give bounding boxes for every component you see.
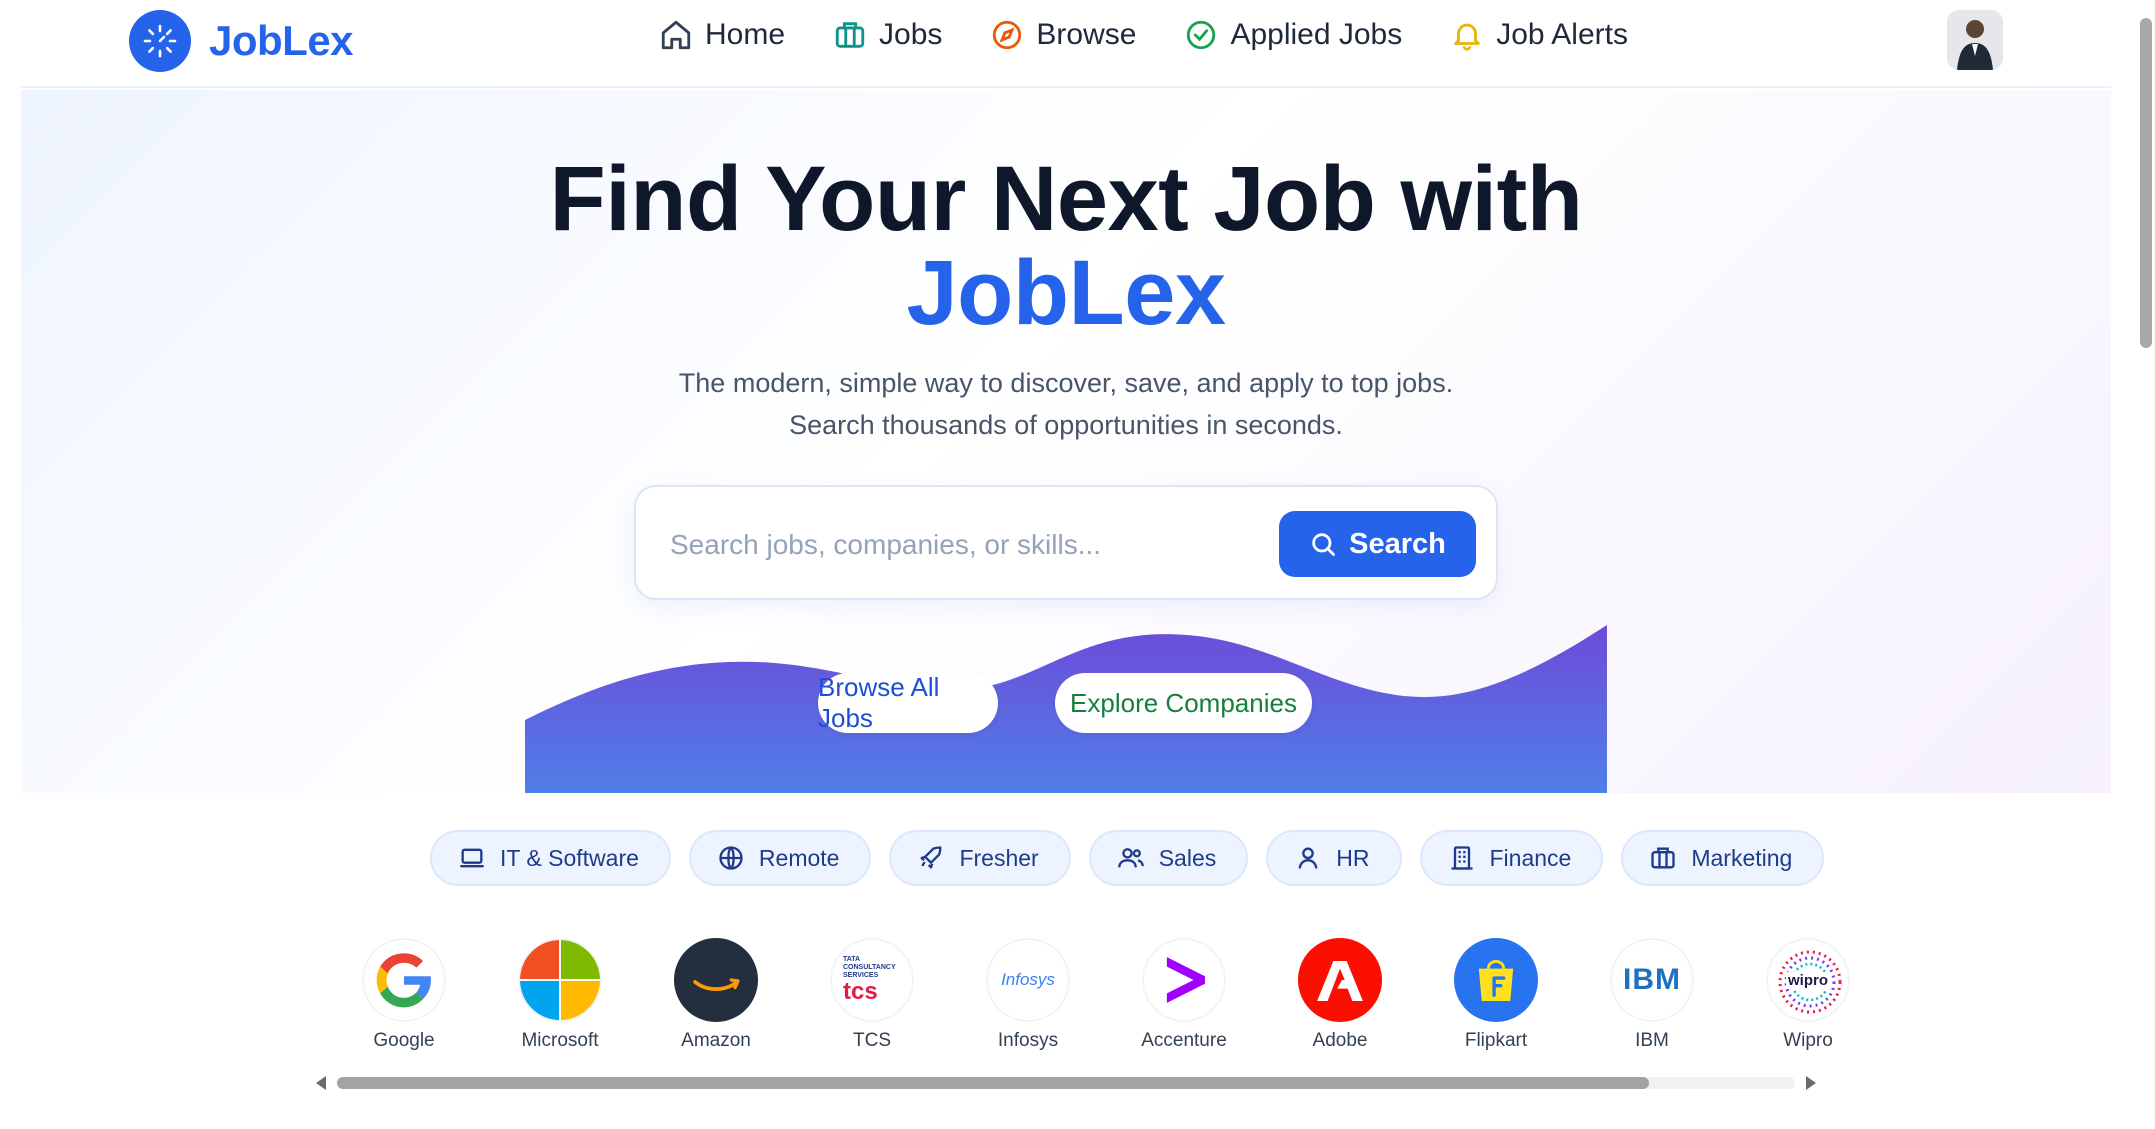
microsoft-logo-icon [518,938,602,1022]
company-name: IBM [1635,1030,1669,1051]
hero-title: Find Your Next Job with JobLex [21,152,2111,340]
nav-jobs-label: Jobs [879,18,943,51]
search-icon [1312,533,1336,556]
ibm-logo-icon: IBM [1610,938,1694,1022]
company-name: Microsoft [521,1030,599,1051]
category-it-software[interactable]: IT & Software [430,830,671,886]
nav-home[interactable]: Home [659,18,785,52]
main-menu: Home Jobs Browse Applied Jobs Job Alerts [659,18,1628,52]
rocket-icon [920,846,942,869]
hero-title-brand: JobLex [906,242,1226,344]
search-input[interactable] [670,517,1230,573]
company-wipro[interactable]: wipro Wipro [1730,938,1886,1052]
company-infosys[interactable]: Infosys Infosys [950,938,1106,1052]
company-tcs[interactable]: TATA CONSULTANCY SERVICES tcs TCS [794,938,950,1052]
company-ibm[interactable]: IBM IBM [1574,938,1730,1052]
tcs-logo-icon: TATA CONSULTANCY SERVICES tcs [830,938,914,1022]
infosys-logo-text: Infosys [1001,970,1055,989]
category-label: Marketing [1691,844,1793,871]
category-label: Sales [1158,844,1217,871]
hero-subtitle-line1: The modern, simple way to discover, save… [678,368,1454,398]
brand-logo[interactable]: JobLex [129,10,354,72]
user-avatar[interactable] [1947,10,2003,70]
search-button-label: Search [1349,527,1446,560]
nav-jobs[interactable]: Jobs [833,18,942,52]
nav-browse[interactable]: Browse [990,18,1136,52]
briefcase-icon [835,22,865,48]
globe-icon [719,846,743,870]
compass-icon [993,20,1022,50]
infosys-logo-icon: Infosys [986,938,1070,1022]
wipro-logo-text: wipro [1786,971,1830,989]
building-icon [1451,846,1472,870]
scrollbar-thumb[interactable] [337,1077,1649,1089]
wipro-logo-icon: wipro [1766,938,1850,1022]
category-label: IT & Software [500,844,639,871]
hero-subtitle: The modern, simple way to discover, save… [21,362,2111,446]
company-flipkart[interactable]: Flipkart [1418,938,1574,1052]
search-button[interactable]: Search [1279,511,1476,577]
flipkart-logo-icon [1454,938,1538,1022]
explore-companies-button[interactable]: Explore Companies [1055,673,1312,733]
nav-job-alerts[interactable]: Job Alerts [1450,18,1628,52]
amazon-logo-icon [674,938,758,1022]
company-name: Infosys [997,1030,1059,1051]
category-fresher[interactable]: Fresher [889,830,1071,886]
tcs-logo-small-text: TATA CONSULTANCY SERVICES [843,956,896,979]
nav-applied-jobs[interactable]: Applied Jobs [1184,18,1402,52]
nav-job-alerts-label: Job Alerts [1496,18,1628,51]
browse-all-jobs-button[interactable]: Browse All Jobs [818,672,998,733]
category-label: HR [1336,844,1370,871]
company-adobe[interactable]: Adobe [1262,938,1418,1052]
category-hr[interactable]: HR [1266,830,1402,886]
company-google[interactable]: Google [326,938,482,1052]
company-name: TCS [853,1030,891,1051]
scroll-left-arrow-icon[interactable] [316,1076,326,1090]
company-name: Google [373,1030,435,1051]
scroll-right-arrow-icon[interactable] [1806,1076,1816,1090]
companies-horizontal-scrollbar[interactable] [313,1074,1821,1092]
hero-title-text: Find Your Next Job with [549,148,1583,250]
category-marketing[interactable]: Marketing [1621,830,1825,886]
company-accenture[interactable]: Accenture [1106,938,1262,1052]
nav-home-label: Home [705,18,786,51]
home-icon [661,20,691,50]
company-amazon[interactable]: Amazon [638,938,794,1052]
top-navbar: JobLex Home Jobs Browse Applied Jobs Job… [21,0,2111,88]
category-finance[interactable]: Finance [1419,830,1604,886]
company-microsoft[interactable]: Microsoft [482,938,638,1052]
tcs-logo-text: tcs [843,978,878,1005]
category-label: Remote [758,844,840,871]
company-name: Adobe [1312,1030,1368,1051]
category-label: Finance [1489,844,1572,871]
search-box: Search [634,485,1498,600]
category-chips: IT & Software Remote Fresher Sales HR Fi… [430,830,1825,886]
accenture-logo-icon [1142,938,1226,1022]
hero-section: Find Your Next Job with JobLex The moder… [21,90,2111,793]
category-label: Fresher [959,844,1039,871]
user-icon [1298,847,1318,869]
nav-applied-jobs-label: Applied Jobs [1230,18,1403,51]
page-vertical-scrollbar[interactable] [2137,0,2155,1129]
briefcase-icon [1651,847,1675,869]
logo-mark-icon [129,10,191,72]
brand-name: JobLex [209,17,354,64]
hero-subtitle-line2: Search thousands of opportunities in sec… [789,410,1343,440]
check-circle-icon [1187,20,1216,50]
adobe-logo-icon [1298,938,1382,1022]
bell-icon [1454,23,1480,51]
google-logo-icon [362,938,446,1022]
category-remote[interactable]: Remote [688,830,872,886]
laptop-icon [460,848,484,868]
ibm-logo-text: IBM [1623,963,1681,996]
companies-row: Google Microsoft Amazon TATA CONSULTANCY… [326,938,1886,1052]
nav-browse-label: Browse [1036,18,1137,51]
company-name: Wipro [1783,1030,1833,1051]
company-name: Accenture [1141,1030,1227,1051]
category-sales[interactable]: Sales [1088,830,1249,886]
page-scrollbar-thumb[interactable] [2140,18,2152,348]
users-icon [1117,848,1144,868]
company-name: Flipkart [1464,1030,1528,1051]
company-name: Amazon [681,1030,751,1051]
